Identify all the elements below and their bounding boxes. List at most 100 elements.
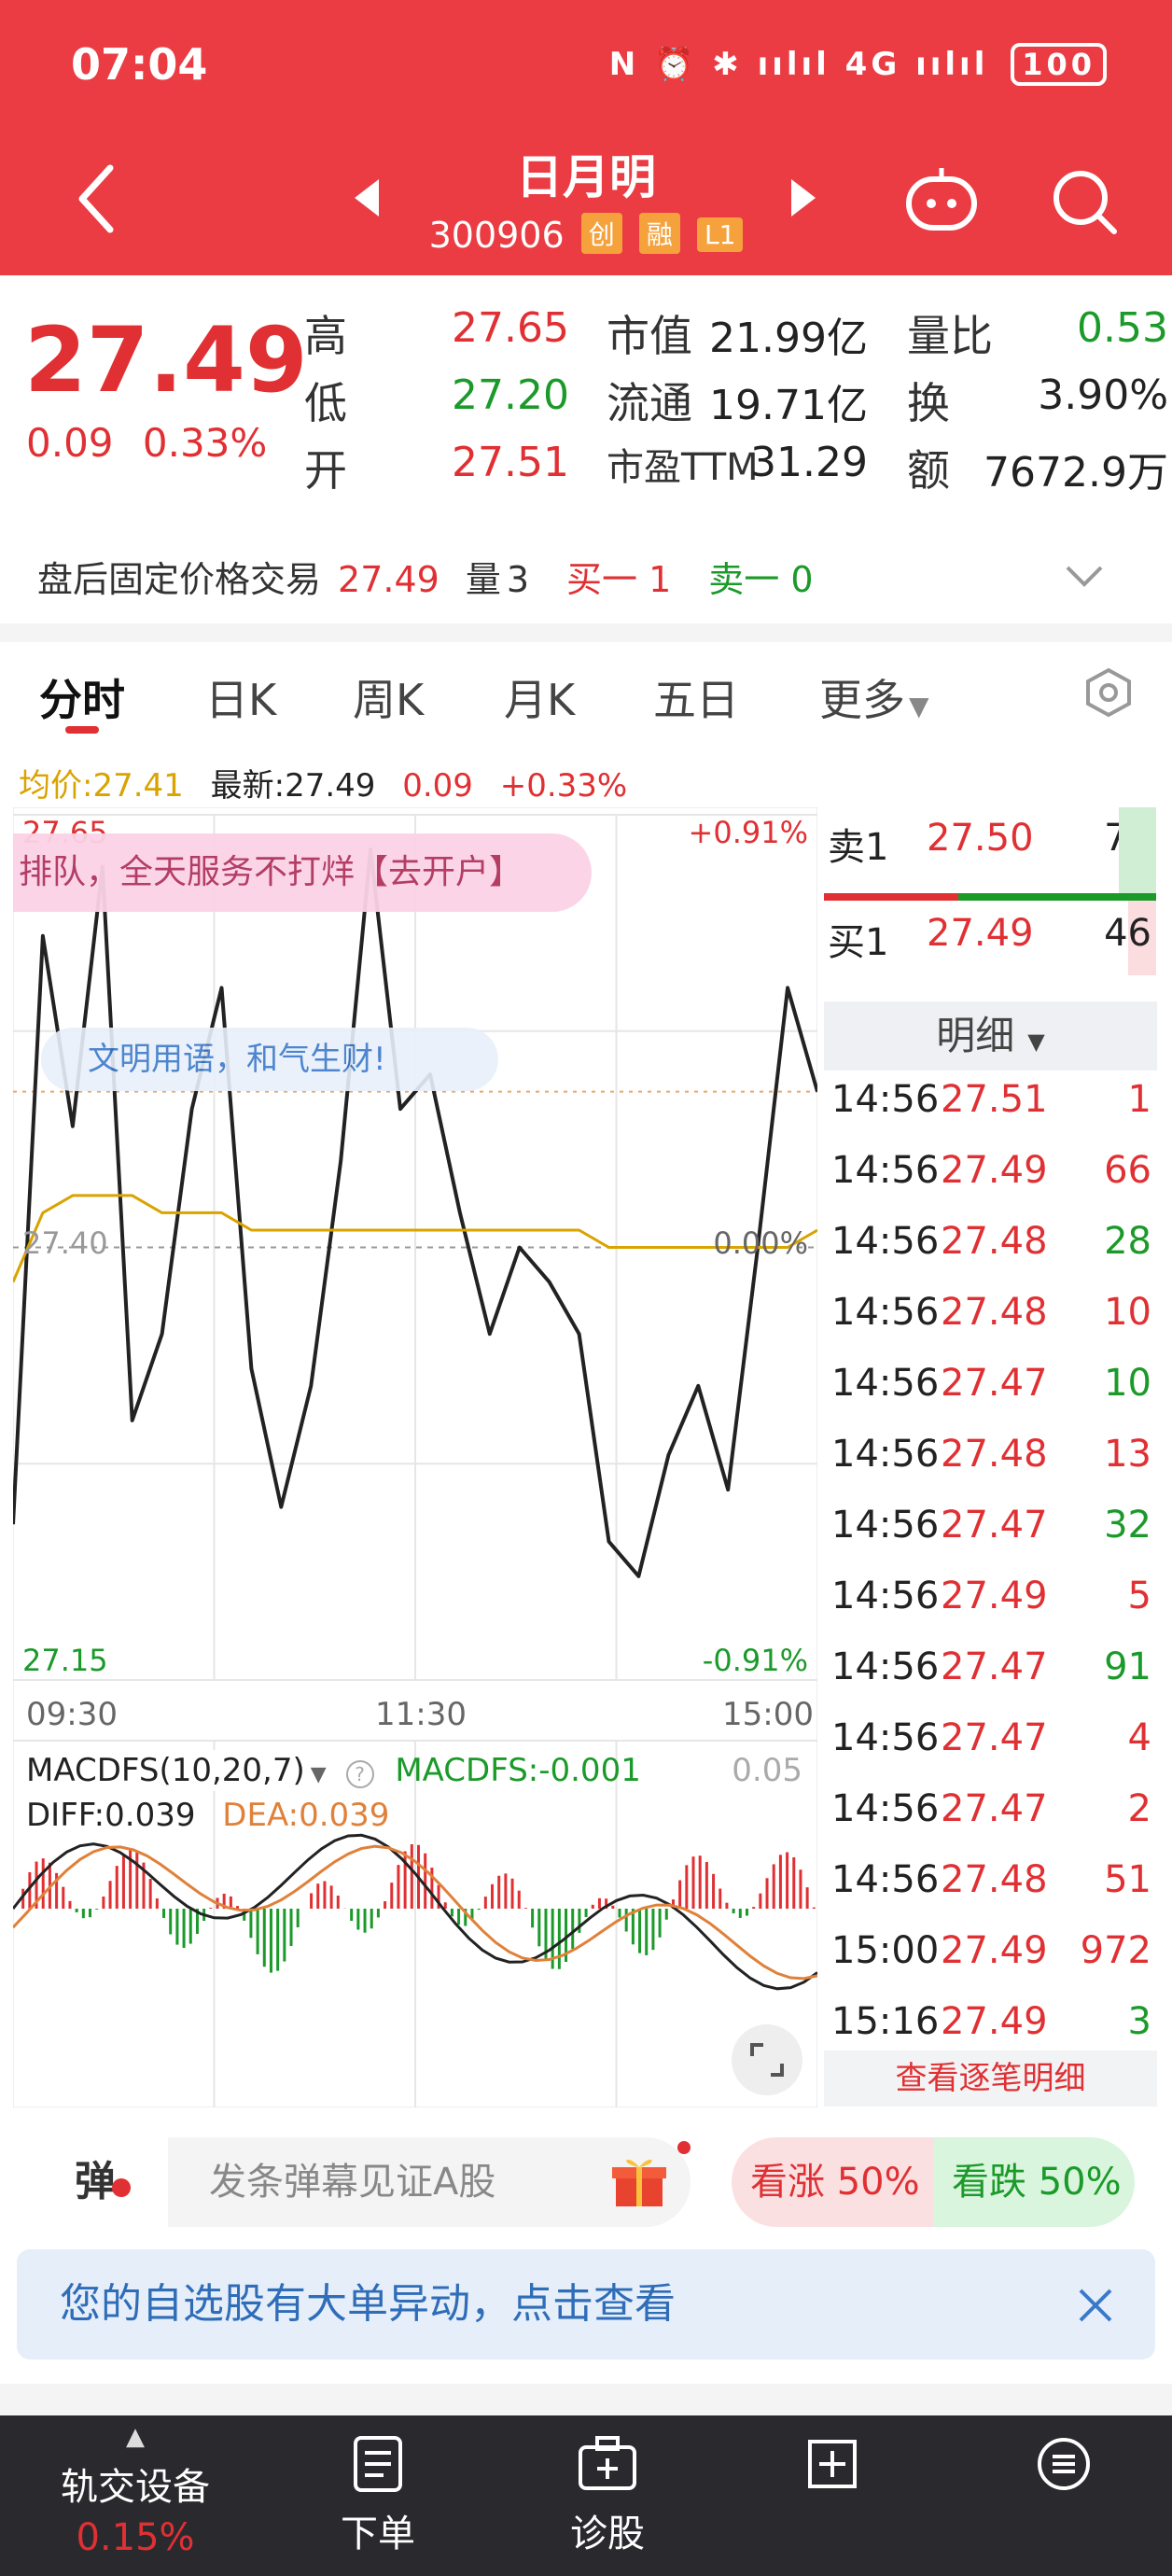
sell1-label: 卖1 <box>828 826 889 869</box>
buy1-label: 买1 <box>828 921 889 964</box>
help-icon[interactable]: ? <box>345 1760 374 1788</box>
open-label: 开 <box>304 445 347 496</box>
macd-bar-up <box>336 1896 340 1909</box>
turnover-label: 换 <box>907 378 950 428</box>
mcap-value: 21.99亿 <box>709 315 868 362</box>
macd-bar-down <box>95 1909 99 1910</box>
buy1-row: 买1 27.49 46 <box>824 912 1157 977</box>
nav-add-watchlist[interactable] <box>758 2415 907 2576</box>
macd-bar-down <box>188 1909 192 1944</box>
tick-price: 27.48 <box>941 1433 1048 1476</box>
macd-bar-down <box>363 1909 367 1933</box>
ad-banner[interactable]: 排队，全天服务不打烊【去开户】 <box>13 833 592 912</box>
tab-five-day[interactable]: 五日 <box>653 666 739 728</box>
view-all-ticks-link[interactable]: 查看逐笔明细 <box>824 2051 1157 2107</box>
nav-sector[interactable]: ▲ 轨交设备 0.15% <box>19 2415 252 2576</box>
close-icon[interactable] <box>1077 2287 1114 2324</box>
tab-weekly-k[interactable]: 周K <box>353 666 424 728</box>
macd-bar-up <box>504 1873 508 1909</box>
tab-more[interactable]: 更多 ▼ <box>819 666 929 728</box>
vote-bearish-button[interactable]: 看跌 50% <box>933 2137 1135 2227</box>
tab-intraday[interactable]: 分时 <box>39 666 125 728</box>
tick-row: 14:56 27.48 13 <box>824 1433 1157 1504</box>
macd-bar-up <box>483 1897 487 1909</box>
tick-time: 14:56 <box>831 1149 940 1192</box>
after-hours-row[interactable]: 盘后固定价格交易 27.49 量 3 买一 1 卖一 0 <box>37 551 1157 602</box>
high-value: 27.65 <box>452 304 569 352</box>
tab-monthly-k[interactable]: 月K <box>504 666 575 728</box>
macd-bar-up <box>812 1907 816 1909</box>
macd-bar-down <box>638 1909 642 1953</box>
tick-time: 14:56 <box>831 1362 940 1405</box>
detail-dropdown[interactable]: 明细 ▼ <box>824 1001 1157 1071</box>
tick-price: 27.49 <box>941 1149 1048 1192</box>
macd-bar-down <box>75 1909 78 1912</box>
search-icon[interactable] <box>1049 166 1120 237</box>
turnover-value: 3.90% <box>1038 371 1168 419</box>
after-hours-sell1: 卖一 0 <box>708 559 814 600</box>
chevron-down-icon[interactable] <box>1064 564 1105 588</box>
nav-diagnose[interactable]: 诊股 <box>528 2415 687 2576</box>
time-label-open: 09:30 <box>26 1696 118 1733</box>
settings-hexagon-icon[interactable] <box>1082 666 1135 719</box>
intraday-chart-svg <box>11 806 819 2108</box>
macd-bar-up <box>121 1855 125 1909</box>
stock-code-row: 300906 创 融 L1 <box>0 213 1172 256</box>
macd-bar-up <box>765 1878 769 1909</box>
macd-bar-down <box>738 1909 742 1918</box>
nav-order[interactable]: 下单 <box>299 2415 457 2576</box>
tab-more-label: 更多 <box>819 675 905 725</box>
tick-time: 15:16 <box>831 2000 940 2043</box>
float-label: 流通 <box>607 378 692 428</box>
macd-bar-down <box>256 1909 259 1954</box>
danmu-placeholder[interactable]: 发条弹幕见证A股 <box>209 2137 495 2227</box>
macd-title[interactable]: MACDFS(10,20,7) <box>21 1750 311 1791</box>
macd-bar-up <box>719 1888 722 1909</box>
robot-assistant-icon[interactable] <box>903 166 980 233</box>
tick-price: 27.47 <box>941 1362 1048 1405</box>
macd-bar-up <box>778 1855 782 1909</box>
macd-bar-up <box>443 1902 447 1909</box>
danmu-badge[interactable]: 弹 <box>37 2137 168 2227</box>
macd-bar-down <box>477 1909 481 1911</box>
macd-bar-up <box>792 1856 796 1909</box>
tick-price: 27.49 <box>941 1929 1048 1972</box>
nav-sector-change: 0.15% <box>76 2516 195 2559</box>
macd-bar-up <box>705 1862 708 1909</box>
macd-bar-down <box>537 1909 541 1947</box>
macd-bar-up <box>510 1878 514 1909</box>
gift-icon[interactable] <box>608 2150 670 2212</box>
amount-label: 额 <box>907 445 950 496</box>
vote-bullish-button[interactable]: 看涨 50% <box>732 2137 933 2227</box>
order-panel: 卖1 27.50 70 买1 27.49 46 明细▼ 14:5627.5111… <box>824 807 1157 2107</box>
macd-bar-up <box>497 1875 501 1909</box>
tick-price: 27.47 <box>941 1787 1048 1830</box>
big-order-notice[interactable]: 您的自选股有大单异动，点击查看 <box>17 2249 1155 2359</box>
macd-bar-down <box>645 1909 649 1955</box>
ad-banner-2[interactable]: 文明用语，和气生财! <box>41 1028 498 1091</box>
macd-bar-up <box>115 1866 119 1909</box>
divider <box>0 2384 1172 2415</box>
tag-l1: L1 <box>696 217 744 252</box>
macd-value: MACDFS:-0.001 <box>395 1752 641 1789</box>
tick-time: 14:56 <box>831 1504 940 1547</box>
macd-bar-down <box>457 1909 461 1925</box>
stock-detail-screen: 07:04 N ⏰ ✱ ıılıl 4G ıılıl 100 日月明 30090… <box>0 0 1172 2576</box>
macd-bar-up <box>397 1865 400 1909</box>
status-icons: N ⏰ ✱ ıılıl 4G ıılıl 100 <box>609 43 1107 86</box>
intraday-chart[interactable]: 27.65 27.40 27.15 +0.91% 0.00% -0.91% 排队… <box>11 806 819 2108</box>
y-mid-value: 27.40 <box>22 1225 108 1261</box>
tab-daily-k[interactable]: 日K <box>205 666 276 728</box>
change-value: 0.09 <box>26 420 114 466</box>
danmu-input-bar[interactable]: 弹 发条弹幕见证A股 <box>37 2137 691 2227</box>
menu-circle-icon <box>1038 2438 1090 2490</box>
nav-menu[interactable] <box>989 2415 1138 2576</box>
tick-row: 14:56 27.48 51 <box>824 1858 1157 1929</box>
macd-bar-up <box>611 1905 615 1909</box>
fullscreen-button[interactable] <box>732 2024 802 2095</box>
macd-bar-up <box>517 1890 521 1909</box>
diff-label: DIFF:0.039 <box>26 1797 196 1834</box>
pct-axis-bottom: -0.91% <box>703 1643 808 1678</box>
buy-ratio-bar <box>824 893 958 901</box>
macd-bar-up <box>424 1853 427 1909</box>
